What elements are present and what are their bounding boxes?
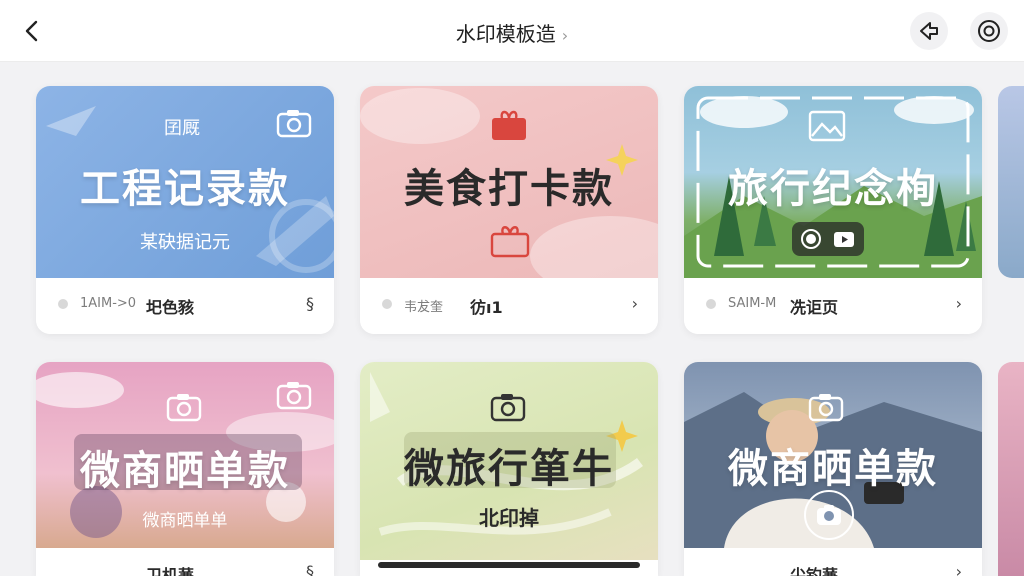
card-subtitle: 某砄据记元: [140, 232, 230, 253]
more-icon[interactable]: ›: [632, 294, 638, 313]
more-icon[interactable]: ›: [956, 294, 962, 313]
card-title: 美食打卡款: [404, 166, 614, 212]
card-title: 工程记录款: [80, 166, 290, 212]
card-label: 卫机蒹: [146, 566, 195, 576]
card-meta: 1AIM->0: [80, 296, 137, 311]
more-icon[interactable]: ›: [956, 562, 962, 576]
partial-card-right-bottom[interactable]: [998, 362, 1024, 576]
gift-outline-icon: [490, 226, 530, 258]
card-banner: 微旅行箪牛 北印掉: [360, 362, 658, 560]
camera-icon: [808, 394, 844, 422]
footer-bar: [378, 562, 640, 568]
camera-icon: [817, 505, 841, 525]
template-card-travel[interactable]: 旅行纪念栒 SAIM-M 冼讵页 ›: [684, 86, 982, 334]
template-card-food[interactable]: 美食打卡款 韦犮奎 彷ı1 ›: [360, 86, 658, 334]
card-banner: 微商晒单款: [684, 362, 982, 548]
template-card-shop-1[interactable]: 微商晒单款 微商晒单单 卫机蒹 §: [36, 362, 334, 576]
record-icon: [801, 229, 821, 249]
card-label: 冼讵页: [790, 298, 839, 317]
gift-icon: [492, 110, 526, 140]
image-icon: [808, 110, 846, 142]
card-meta: SAIM-M: [728, 296, 777, 311]
record-icon: [978, 20, 1000, 42]
card-banner: 微商晒单款 微商晒单单: [36, 362, 334, 548]
card-footer: 1AIM->0 圯色豥 §: [36, 278, 334, 334]
card-label: 圯色豥: [146, 298, 195, 317]
card-title: 旅行纪念栒: [728, 166, 938, 212]
template-card-engineering[interactable]: 囝厩 工程记录款 某砄据记元 1AIM->0 圯色豥 §: [36, 86, 334, 334]
card-footer: 尖钓蒹 ›: [684, 548, 982, 576]
card-banner: 旅行纪念栒: [684, 86, 982, 278]
status-dot: [706, 299, 716, 309]
card-banner: 囝厩 工程记录款 某砄据记元: [36, 86, 334, 278]
more-icon[interactable]: §: [306, 562, 314, 576]
share-icon: [920, 22, 938, 40]
more-icon[interactable]: §: [306, 294, 314, 313]
camera-icon: [276, 382, 312, 410]
card-meta: 韦犮奎: [404, 300, 444, 315]
partial-card-right-top[interactable]: [998, 86, 1024, 278]
card-banner: 美食打卡款: [360, 86, 658, 278]
title-chevron-icon: ›: [561, 26, 569, 45]
shutter-button[interactable]: [804, 490, 854, 540]
card-subtitle: 北印掉: [479, 506, 539, 530]
card-footer: SAIM-M 冼讵页 ›: [684, 278, 982, 334]
card-title: 微商晒单款: [80, 448, 290, 494]
status-dot: [58, 299, 68, 309]
page-title: 水印模板造: [455, 22, 556, 46]
template-card-shop-2[interactable]: 微商晒单款 尖钓蒹 ›: [684, 362, 982, 576]
share-button[interactable]: [910, 12, 948, 50]
page-title-wrap[interactable]: 水印模板造 ›: [0, 18, 1024, 47]
top-bar: 水印模板造 ›: [0, 0, 1024, 62]
camera-icon: [166, 394, 202, 422]
card-footer: 韦犮奎 彷ı1 ›: [360, 278, 658, 334]
camera-icon: [490, 394, 526, 422]
video-icon: [834, 232, 854, 247]
card-subtitle: 微商晒单单: [142, 511, 228, 531]
camera-mode-toggle[interactable]: [792, 222, 864, 256]
settings-button[interactable]: [970, 12, 1008, 50]
card-title: 微商晒单款: [728, 446, 938, 492]
card-tag: 囝厩: [164, 118, 200, 139]
card-label: 尖钓蒹: [790, 566, 839, 576]
camera-icon: [276, 110, 312, 138]
card-footer: 卫机蒹 §: [36, 548, 334, 576]
template-card-microtravel[interactable]: 微旅行箪牛 北印掉: [360, 362, 658, 576]
card-label: 彷ı1: [470, 298, 503, 317]
status-dot: [382, 299, 392, 309]
card-title: 微旅行箪牛: [404, 446, 614, 492]
